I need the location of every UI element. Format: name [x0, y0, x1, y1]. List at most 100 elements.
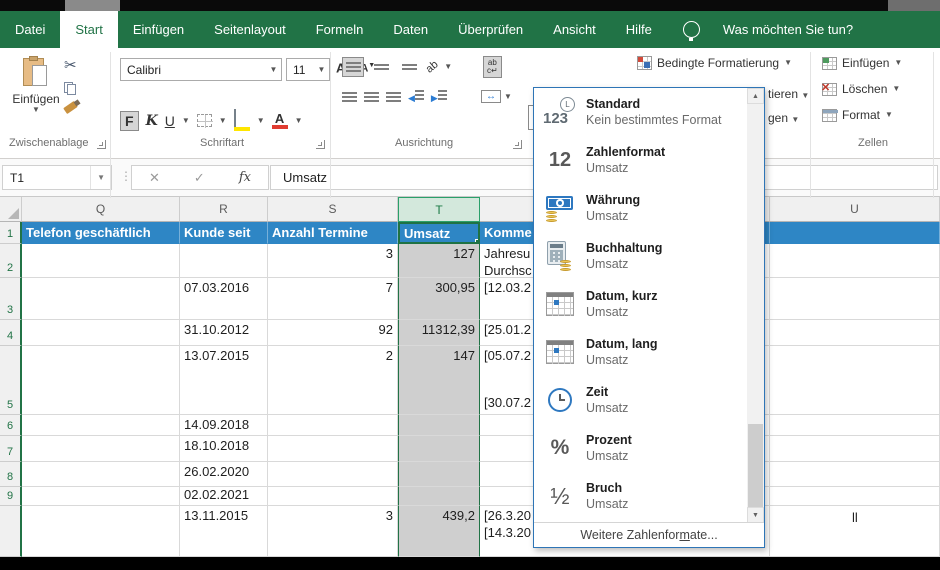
tell-me-search[interactable]: Was möchten Sie tun?: [708, 11, 863, 48]
scroll-up-icon[interactable]: ▲: [747, 88, 764, 104]
insert-function-icon[interactable]: fx: [239, 170, 251, 185]
cell[interactable]: 02.02.2021: [180, 487, 268, 506]
alignment-dialog-launcher[interactable]: [513, 140, 522, 149]
cell[interactable]: [770, 462, 940, 487]
cell[interactable]: [268, 462, 398, 487]
fill-color-dropdown-arrow[interactable]: ▼: [257, 117, 265, 125]
font-dialog-launcher[interactable]: [316, 140, 325, 149]
cell[interactable]: [22, 244, 180, 278]
cell-selected[interactable]: 147: [398, 346, 480, 415]
cell-selected[interactable]: [398, 436, 480, 462]
cell[interactable]: 14.09.2018: [180, 415, 268, 436]
cell-v1[interactable]: [770, 222, 940, 244]
align-right-button[interactable]: [386, 92, 401, 103]
row-header-4[interactable]: 4: [0, 320, 22, 346]
paste-dropdown-arrow[interactable]: ▼: [32, 106, 40, 114]
underline-dropdown-arrow[interactable]: ▼: [182, 117, 190, 125]
tab-datei[interactable]: Datei: [0, 11, 60, 48]
cell-selected[interactable]: 300,95: [398, 278, 480, 320]
cell[interactable]: [770, 244, 940, 278]
clipboard-dialog-launcher[interactable]: [97, 140, 106, 149]
cell[interactable]: ll: [770, 506, 940, 557]
row-header-1[interactable]: 1: [0, 222, 22, 244]
format-option-percent[interactable]: % ProzentUmsatz: [534, 424, 764, 472]
cell[interactable]: 31.10.2012: [180, 320, 268, 346]
cell[interactable]: 07.03.2016: [180, 278, 268, 320]
column-header-q[interactable]: Q: [22, 197, 180, 222]
cell[interactable]: 26.02.2020: [180, 462, 268, 487]
row-header-3[interactable]: 3: [0, 278, 22, 320]
row-header-2[interactable]: 2: [0, 244, 22, 278]
format-option-currency[interactable]: WährungUmsatz: [534, 184, 764, 232]
tab-seitenlayout[interactable]: Seitenlayout: [199, 11, 301, 48]
cell[interactable]: 7: [268, 278, 398, 320]
tab-ansicht[interactable]: Ansicht: [538, 11, 611, 48]
cell[interactable]: [268, 487, 398, 506]
orientation-button[interactable]: ab: [424, 58, 441, 75]
row-header-9[interactable]: 9: [0, 487, 22, 506]
orientation-dropdown-arrow[interactable]: ▼: [444, 63, 452, 71]
bold-button[interactable]: F: [120, 111, 139, 131]
cell[interactable]: 2: [268, 346, 398, 415]
merge-dropdown-arrow[interactable]: ▼: [504, 93, 512, 101]
cell[interactable]: [22, 487, 180, 506]
cell[interactable]: [770, 487, 940, 506]
increase-indent-button[interactable]: ▶: [431, 88, 447, 106]
cell[interactable]: 92: [268, 320, 398, 346]
conditional-formatting-button[interactable]: Bedingte Formatierung ▼: [637, 56, 792, 70]
copy-icon[interactable]: [64, 82, 76, 95]
row-header-6[interactable]: 6: [0, 415, 22, 436]
row-header-7[interactable]: 7: [0, 436, 22, 462]
cell-selected[interactable]: [398, 415, 480, 436]
cell-styles-partial[interactable]: gen ▼: [768, 111, 799, 125]
column-header-r[interactable]: R: [180, 197, 268, 222]
cell-selected[interactable]: 11312,39: [398, 320, 480, 346]
align-bottom-button[interactable]: [398, 57, 420, 77]
format-cells-button[interactable]: Format ▼: [822, 108, 893, 122]
cell[interactable]: [22, 506, 180, 557]
cell[interactable]: [22, 278, 180, 320]
cell[interactable]: [770, 320, 940, 346]
cut-icon[interactable]: ✂: [64, 58, 77, 73]
enter-icon[interactable]: ✓: [194, 170, 205, 186]
cell-s1[interactable]: Anzahl Termine: [268, 222, 398, 244]
cell-selected[interactable]: 127: [398, 244, 480, 278]
select-all-corner[interactable]: [0, 197, 22, 222]
format-option-standard[interactable]: L123 StandardKein bestimmtes Format: [534, 88, 764, 136]
font-name-combobox[interactable]: Calibri ▼: [120, 58, 282, 81]
tab-formeln[interactable]: Formeln: [301, 11, 379, 48]
format-painter-icon[interactable]: [63, 101, 78, 114]
align-top-button[interactable]: [342, 57, 364, 77]
row-header-8[interactable]: 8: [0, 462, 22, 487]
cell-r1[interactable]: Kunde seit: [180, 222, 268, 244]
cell[interactable]: 13.11.2015: [180, 506, 268, 557]
cell-selected[interactable]: [398, 487, 480, 506]
cell-q1[interactable]: Telefon geschäftlich: [22, 222, 180, 244]
cell[interactable]: [770, 346, 940, 415]
cell[interactable]: [22, 346, 180, 415]
format-option-date-short[interactable]: Datum, kurzUmsatz: [534, 280, 764, 328]
cell[interactable]: [22, 462, 180, 487]
align-middle-button[interactable]: [370, 57, 392, 77]
cell[interactable]: [22, 436, 180, 462]
name-box[interactable]: T1 ▼: [2, 165, 112, 190]
name-box-dropdown-arrow[interactable]: ▼: [90, 166, 111, 189]
font-size-dropdown-arrow[interactable]: ▼: [314, 59, 329, 80]
cell[interactable]: [22, 415, 180, 436]
merge-center-button[interactable]: ↔ ▼: [481, 90, 512, 103]
paste-button[interactable]: Einfügen ▼: [10, 56, 62, 132]
cell[interactable]: [180, 244, 268, 278]
scroll-down-icon[interactable]: ▼: [747, 507, 764, 523]
column-header-u[interactable]: U: [770, 197, 940, 222]
fill-color-button[interactable]: [234, 110, 250, 131]
tab-start[interactable]: Start: [60, 11, 117, 48]
cell-t1-active[interactable]: Umsatz: [398, 222, 480, 244]
cell-selected[interactable]: [398, 462, 480, 487]
row-header-10[interactable]: [0, 506, 22, 557]
borders-button[interactable]: [197, 114, 212, 127]
tab-daten[interactable]: Daten: [378, 11, 443, 48]
more-number-formats[interactable]: Weitere Zahlenformate...: [534, 522, 764, 547]
italic-button[interactable]: K: [146, 113, 158, 129]
cell[interactable]: [268, 415, 398, 436]
format-option-fraction[interactable]: ½ BruchUmsatz: [534, 472, 764, 520]
